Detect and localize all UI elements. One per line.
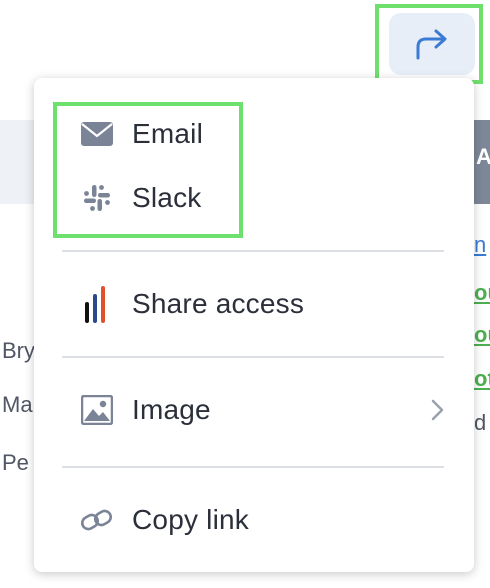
share-access-bars-icon [80, 286, 114, 323]
share-button[interactable] [389, 13, 475, 75]
menu-item-share-access[interactable]: Share access [34, 276, 474, 332]
background-name-fragment: Bry [2, 338, 35, 363]
menu-item-copy-link[interactable]: Copy link [34, 492, 474, 548]
link-icon [80, 503, 114, 537]
background-header-fragment: AT [476, 144, 490, 169]
menu-item-label: Email [132, 118, 204, 149]
chevron-right-icon [431, 399, 444, 421]
menu-divider [62, 356, 444, 358]
menu-item-image[interactable]: Image [34, 382, 474, 438]
share-menu: Email Slack Share access Image Copy link [34, 78, 474, 572]
menu-divider [62, 466, 444, 468]
slack-icon [80, 181, 114, 215]
menu-item-label: Copy link [132, 504, 249, 535]
background-table-header-left [0, 120, 34, 204]
background-name-fragment: Ma [2, 392, 33, 417]
menu-item-slack[interactable]: Slack [34, 170, 474, 226]
envelope-icon [80, 117, 114, 151]
share-arrow-icon [416, 29, 447, 60]
menu-divider [62, 250, 444, 252]
menu-item-label: Share access [132, 288, 305, 319]
menu-item-label: Slack [132, 182, 202, 213]
background-green-fragment[interactable]: ot [474, 366, 490, 392]
image-icon [80, 393, 114, 427]
background-name-fragment: Pe [2, 450, 29, 475]
menu-item-label: Image [132, 394, 211, 425]
menu-item-email[interactable]: Email [34, 106, 474, 162]
background-green-fragment[interactable]: ou [474, 280, 490, 306]
background-gray-fragment: d [474, 410, 487, 435]
background-green-fragment[interactable]: ou [474, 322, 490, 348]
background-link-fragment[interactable]: n [474, 232, 486, 258]
